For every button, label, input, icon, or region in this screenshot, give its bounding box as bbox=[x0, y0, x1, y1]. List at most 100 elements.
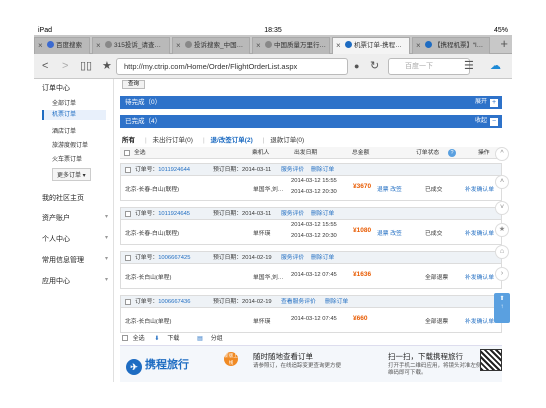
scroll-button[interactable]: ^ bbox=[495, 147, 509, 161]
sidebar-item-more-orders[interactable]: 更多订单 ▾ bbox=[52, 168, 91, 181]
favorite-star-icon[interactable]: ★ bbox=[102, 58, 112, 74]
order-number-link[interactable]: 1006667425 bbox=[158, 255, 190, 261]
chevron-up-icon[interactable]: ˄ bbox=[495, 175, 509, 189]
cloud-icon[interactable]: ☁ bbox=[490, 58, 501, 74]
close-tab-icon[interactable]: × bbox=[416, 38, 421, 54]
back-icon[interactable]: < bbox=[42, 58, 48, 74]
delete-order-link[interactable]: 删除订单 bbox=[311, 164, 334, 176]
browser-tab[interactable]: × 投诉搜索_中国… bbox=[172, 37, 250, 54]
order-price: ¥1080 bbox=[353, 227, 372, 234]
group-icon: ▤ bbox=[197, 336, 203, 342]
help-icon[interactable]: ? bbox=[448, 149, 456, 157]
microphone-icon[interactable]: ● bbox=[354, 58, 359, 74]
filter-all[interactable]: 所有 bbox=[122, 137, 135, 144]
order-checkbox[interactable] bbox=[125, 299, 131, 305]
sidebar-item-all-orders[interactable]: 全部订单 bbox=[52, 98, 76, 107]
departure-date: 2014-03-12 15:55 bbox=[291, 178, 337, 184]
delete-order-link[interactable]: 删除订单 bbox=[311, 252, 334, 264]
sidebar-item-hotel-orders[interactable]: 酒店订单 bbox=[52, 126, 76, 135]
sidebar-section-info[interactable]: 常用信息管理 ▾ bbox=[42, 255, 114, 265]
close-tab-icon[interactable]: × bbox=[176, 38, 181, 54]
service-review-link[interactable]: 服务评价 bbox=[281, 208, 304, 220]
delete-order-link[interactable]: 删除订单 bbox=[325, 296, 348, 308]
close-tab-icon[interactable]: × bbox=[336, 38, 341, 54]
pending-label: 待完成（0） bbox=[125, 99, 162, 106]
resend-confirmation-link[interactable]: 补发确认单 bbox=[465, 228, 494, 237]
star-icon[interactable]: ★ bbox=[495, 223, 509, 237]
browser-tab[interactable]: × 中国质量万里行… bbox=[252, 37, 330, 54]
select-all-checkbox[interactable] bbox=[124, 150, 130, 156]
resend-confirmation-link[interactable]: 补发确认单 bbox=[465, 184, 494, 193]
sidebar-item-flight-orders[interactable]: 机票订单 bbox=[42, 110, 106, 120]
expand-button[interactable]: 展开 + bbox=[475, 96, 498, 109]
sidebar-section-apps[interactable]: 应用中心 ▾ bbox=[42, 276, 114, 286]
browser-tab[interactable]: × 315投诉_请查… bbox=[92, 37, 170, 54]
sidebar-item-train-orders[interactable]: 火车票订单 bbox=[52, 154, 82, 163]
refund-change-link[interactable]: 退票 改签 bbox=[377, 228, 402, 237]
order-number: 订单号：1011924644 bbox=[135, 164, 190, 176]
order-number-link[interactable]: 1006667436 bbox=[158, 299, 190, 305]
new-tab-icon[interactable]: + bbox=[500, 35, 508, 53]
browser-tab[interactable]: × 百度搜索 bbox=[34, 37, 90, 54]
screen: iPad 18:35 45% × 百度搜索 × 315投诉_请查… × 投诉搜索_中国… bbox=[0, 0, 546, 408]
order-price: ¥1636 bbox=[353, 271, 372, 278]
group-label: 分组 bbox=[210, 336, 223, 342]
search-input[interactable]: 百度一下 bbox=[388, 58, 470, 75]
booking-date: 预订日期：2014-03-11 bbox=[213, 164, 271, 176]
order-status: 全部退票 bbox=[425, 319, 449, 325]
browser-tab[interactable]: × 【携程机票】“l… bbox=[412, 37, 490, 54]
done-section-bar[interactable]: 已完成（4） 收起 − bbox=[120, 115, 502, 128]
order-number-link[interactable]: 1011924644 bbox=[158, 167, 190, 173]
close-tab-icon[interactable]: × bbox=[96, 38, 101, 54]
delete-order-link[interactable]: 删除订单 bbox=[311, 208, 334, 220]
booking-date: 预订日期：2014-02-19 bbox=[213, 296, 272, 308]
sidebar: 订单中心 全部订单 机票订单 酒店订单 旅游度假订单 火车票订单 更多订单 ▾ … bbox=[34, 79, 114, 382]
bulk-select-checkbox[interactable] bbox=[122, 335, 128, 341]
browser-toolbar: < > ▯▯ ★ http://my.ctrip.com/Home/Order/… bbox=[34, 54, 512, 79]
chevron-down-icon[interactable]: ˅ bbox=[495, 201, 509, 215]
reload-icon[interactable]: ↻ bbox=[370, 58, 379, 74]
order-number: 订单号：1011924645 bbox=[135, 208, 190, 220]
order-checkbox[interactable] bbox=[125, 167, 131, 173]
filter-refunds[interactable]: 退款订单(0) bbox=[270, 137, 304, 144]
order-checkbox[interactable] bbox=[125, 211, 131, 217]
forward-icon[interactable]: > bbox=[62, 58, 68, 74]
resend-confirmation-link[interactable]: 补发确认单 bbox=[465, 316, 494, 325]
view-service-review-link[interactable]: 查看服务评价 bbox=[281, 296, 316, 308]
menu-icon[interactable]: ☰ bbox=[464, 58, 474, 74]
service-review-link[interactable]: 服务评价 bbox=[281, 164, 304, 176]
order-status: 全部退票 bbox=[425, 275, 449, 281]
filter-refund-change[interactable]: 退/改签订单(2) bbox=[210, 137, 252, 144]
column-header[interactable]: 全选 bbox=[134, 147, 146, 159]
resend-confirmation-link[interactable]: 补发确认单 bbox=[465, 272, 494, 281]
bookmarks-icon[interactable]: ▯▯ bbox=[80, 58, 92, 74]
download-button[interactable]: ⬇ 下载 bbox=[154, 336, 187, 342]
order-number-link[interactable]: 1011924645 bbox=[158, 211, 190, 217]
sidebar-section-assets[interactable]: 资产账户 ▾ bbox=[42, 213, 114, 223]
sidebar-item-vacation-orders[interactable]: 旅游度假订单 bbox=[52, 140, 88, 149]
back-to-top-button[interactable]: ⬆ ↑ bbox=[494, 293, 510, 323]
route: 北京-长春-白山(联程) bbox=[125, 187, 180, 193]
order-no-label: 订单号： bbox=[135, 299, 159, 305]
pending-section-bar[interactable]: 待完成（0） 展开 + bbox=[120, 96, 502, 109]
tab-label: 机票订单-携程… bbox=[354, 42, 402, 49]
service-review-link[interactable]: 服务评价 bbox=[281, 252, 304, 264]
sidebar-section-personal[interactable]: 个人中心 ▾ bbox=[42, 234, 114, 244]
address-bar[interactable]: http://my.ctrip.com/Home/Order/FlightOrd… bbox=[116, 58, 348, 75]
sidebar-header[interactable]: 订单中心 bbox=[42, 83, 70, 93]
filter-upcoming[interactable]: 未出行订单(0) bbox=[153, 137, 193, 144]
order-checkbox[interactable] bbox=[125, 255, 131, 261]
close-tab-icon[interactable]: × bbox=[256, 38, 261, 54]
order-number: 订单号：1006667436 bbox=[135, 296, 190, 308]
refund-change-link[interactable]: 退票 改签 bbox=[377, 184, 402, 193]
select-all-link[interactable]: 全选 bbox=[133, 336, 145, 342]
query-button[interactable]: 查询 bbox=[122, 80, 146, 89]
home-icon[interactable]: ⌂ bbox=[495, 245, 509, 259]
sidebar-section-community[interactable]: 我的社区主页 bbox=[42, 193, 84, 203]
browser-tab-active[interactable]: × 机票订单-携程… bbox=[332, 37, 410, 54]
chevron-down-icon: ▾ bbox=[104, 214, 108, 220]
collapse-button[interactable]: 收起 − bbox=[475, 115, 498, 128]
close-tab-icon[interactable]: × bbox=[38, 38, 43, 54]
group-button[interactable]: ▤ 分组 bbox=[197, 336, 231, 342]
forward-icon[interactable]: › bbox=[495, 267, 509, 281]
